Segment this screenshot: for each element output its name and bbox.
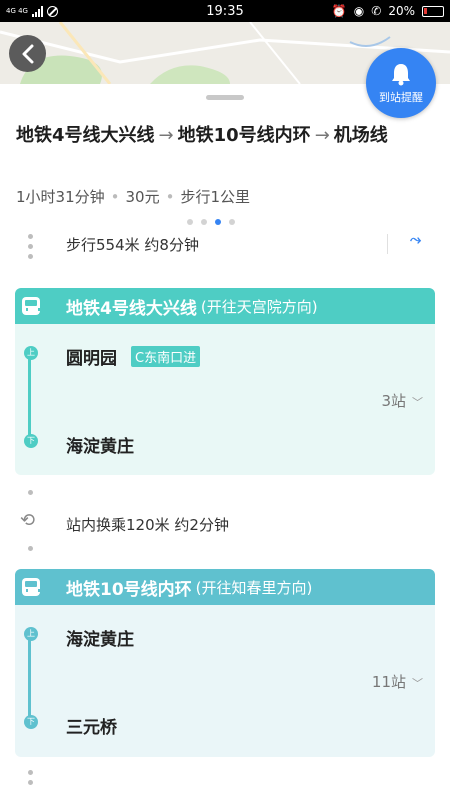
- board-badge: 上: [24, 346, 38, 360]
- route-segment: 机场线: [333, 125, 388, 146]
- stops-toggle[interactable]: 3站 ﹀: [381, 390, 423, 411]
- pager-dot[interactable]: [201, 219, 207, 225]
- connector-dots: [28, 770, 34, 790]
- connector-dots: [28, 546, 34, 556]
- alight-station: 三元桥: [66, 718, 117, 738]
- chevron-down-icon: ﹀: [412, 396, 423, 409]
- line-name: 地铁4号线大兴线: [66, 298, 197, 319]
- route-duration: 1小时31分钟: [16, 188, 105, 206]
- route-segment: 地铁10号线内环: [177, 125, 311, 146]
- back-button[interactable]: [9, 35, 46, 72]
- line-header: 地铁10号线内环 (开往知春里方向): [15, 569, 435, 605]
- exit-tag: C东南口进: [131, 346, 201, 367]
- board-station: 海淀黄庄: [66, 630, 134, 650]
- walk-step[interactable]: 步行554米 约8分钟 ⤳: [0, 232, 450, 274]
- stops-count: 11站: [371, 673, 406, 691]
- subway-line-card[interactable]: 地铁4号线大兴线 (开往天宫院方向) 上 圆明园 C东南口进 3站 ﹀ 下 海淀黄…: [15, 288, 435, 475]
- transfer-step[interactable]: ⟲ 站内换乘120米 约2分钟: [0, 488, 450, 551]
- line-header: 地铁4号线大兴线 (开往天宫院方向): [15, 288, 435, 324]
- line-body: 上 圆明园 C东南口进 3站 ﹀ 下 海淀黄庄: [15, 324, 435, 475]
- route-segment: 地铁4号线大兴线: [16, 125, 155, 146]
- arrow-right-icon: →: [158, 125, 174, 146]
- route-walk-distance: 步行1公里: [180, 188, 250, 206]
- clock: 19:35: [206, 4, 244, 19]
- arrival-reminder-button[interactable]: 到站提醒: [366, 48, 436, 118]
- subway-line-card[interactable]: 地铁10号线内环 (开往知春里方向) 上 海淀黄庄 11站 ﹀ 下 三元桥: [15, 569, 435, 757]
- transfer-text: 站内换乘120米 约2分钟: [66, 516, 229, 534]
- status-bar: 4G 4G 19:35 ⏰ ◉ ✆ 20%: [0, 0, 450, 22]
- line-direction: (开往天宫院方向): [200, 297, 318, 316]
- subway-icon: [22, 578, 40, 596]
- transfer-icon: ⟲: [20, 510, 36, 531]
- route-summary: 1小时31分钟 • 30元 • 步行1公里: [16, 188, 250, 206]
- route-line: [28, 635, 31, 722]
- route-pager[interactable]: [187, 219, 235, 225]
- pager-dot[interactable]: [187, 219, 193, 225]
- battery-icon: [422, 5, 444, 17]
- arrival-reminder-label: 到站提醒: [379, 90, 423, 104]
- sheet-drag-handle[interactable]: [206, 95, 244, 100]
- chevron-down-icon: ﹀: [412, 677, 423, 690]
- alight-station: 海淀黄庄: [66, 437, 134, 457]
- line-body: 上 海淀黄庄 11站 ﹀ 下 三元桥: [15, 605, 435, 757]
- bell-icon: [392, 63, 410, 85]
- arrow-right-icon: →: [314, 125, 330, 146]
- subway-icon: [22, 297, 40, 315]
- route-title: 地铁4号线大兴线 → 地铁10号线内环 → 机场线: [16, 124, 436, 148]
- divider: [387, 234, 388, 254]
- route-line: [28, 354, 31, 439]
- pager-dot[interactable]: [229, 219, 235, 225]
- board-station: 圆明园: [66, 349, 117, 369]
- pager-dot-active[interactable]: [215, 219, 221, 225]
- walk-navigation-icon[interactable]: ⤳: [410, 232, 421, 248]
- line-name: 地铁10号线内环: [66, 579, 192, 600]
- connector-dots: [28, 234, 34, 264]
- route-detail-sheet: 地铁4号线大兴线 → 地铁10号线内环 → 机场线 1小时31分钟 • 30元 • 步行1公里 …: [0, 84, 450, 800]
- stops-count: 3站: [381, 392, 406, 410]
- alight-badge: 下: [24, 715, 38, 729]
- alight-badge: 下: [24, 434, 38, 448]
- walk-step-text: 步行554米 约8分钟: [66, 236, 199, 254]
- stops-toggle[interactable]: 11站 ﹀: [372, 671, 423, 692]
- chevron-left-icon: [22, 44, 33, 63]
- line-direction: (开往知春里方向): [195, 578, 313, 597]
- board-badge: 上: [24, 627, 38, 641]
- connector-dots: [28, 490, 34, 500]
- route-price: 30元: [125, 188, 160, 206]
